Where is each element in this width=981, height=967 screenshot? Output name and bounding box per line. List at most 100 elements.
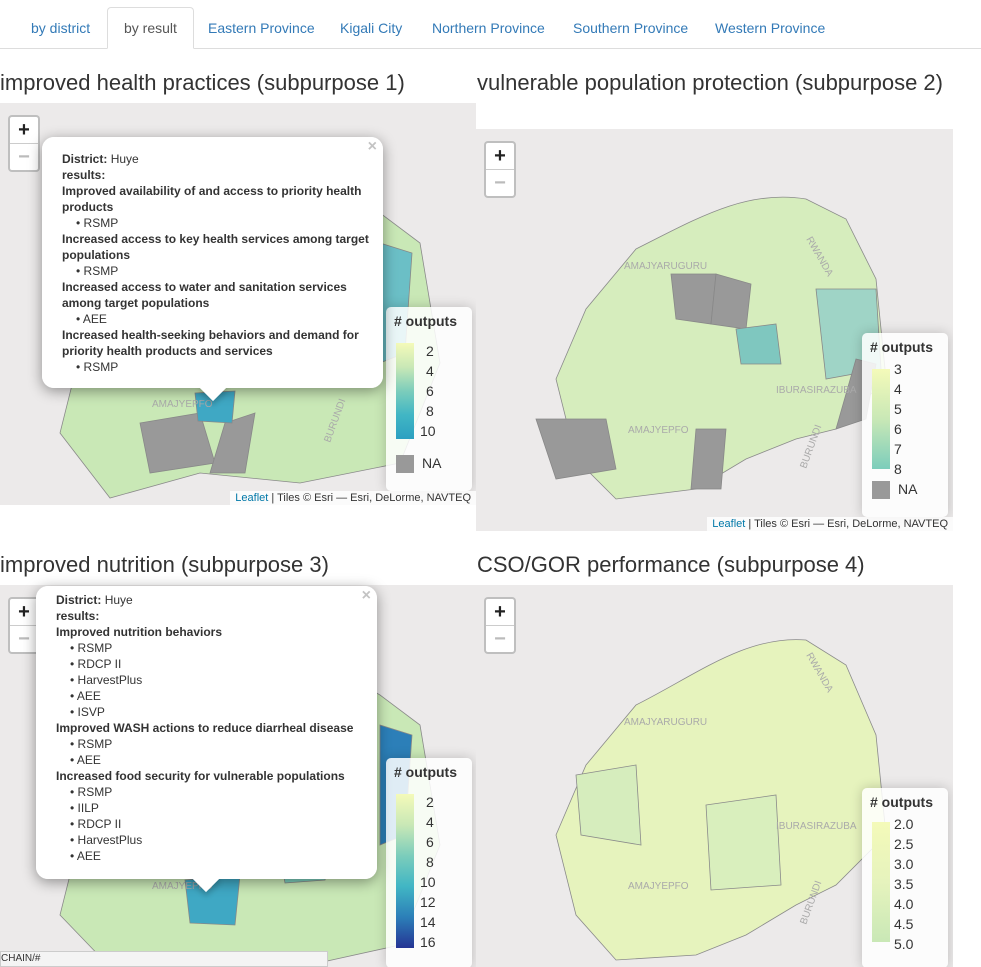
legend-tick: 7 — [894, 441, 902, 457]
region-label: AMAJYEPFO — [628, 425, 689, 436]
zoom-in-button[interactable]: + — [486, 143, 514, 169]
legend-tick: 2 — [426, 343, 434, 359]
region-label: AMAJYEPFO — [152, 399, 213, 410]
legend-tick: 10 — [420, 874, 436, 890]
popup-district-name: Huye — [110, 152, 139, 166]
district-popup: × District: Huye results: Improved nutri… — [36, 586, 377, 893]
zoom-control: + − — [8, 115, 40, 172]
legend-tick: 4 — [426, 363, 434, 379]
legend-color-bar — [396, 794, 414, 948]
legend-tick: 3.0 — [894, 856, 914, 872]
popup-result-item: • RSMP — [70, 785, 113, 799]
tab-eastern-province[interactable]: Eastern Province — [208, 8, 315, 48]
tab-western-province[interactable]: Western Province — [715, 8, 825, 48]
popup-close-button[interactable]: × — [362, 588, 371, 604]
region-polygon — [705, 794, 782, 891]
legend-na-swatch — [396, 455, 414, 473]
legend: # outputs 2 4 6 8 10 12 14 16 — [386, 758, 472, 967]
legend-color-bar — [872, 822, 890, 942]
region-label: AMAJYEPFO — [628, 881, 689, 892]
tab-by-result[interactable]: by result — [107, 7, 194, 49]
tab-bar: by district by result Eastern Province K… — [0, 0, 981, 49]
popup-result-item: • RSMP — [70, 737, 113, 751]
popup-result-name: Increased access to key health services … — [62, 232, 369, 262]
legend-color-bar — [396, 343, 414, 439]
popup-result-item: • RSMP — [76, 264, 119, 278]
legend-title: # outputs — [394, 313, 457, 329]
legend: # outputs 2.0 2.5 3.0 3.5 4.0 4.5 5.0 — [862, 788, 948, 967]
popup-result-item: • ISVP — [70, 705, 105, 719]
legend-tick: 3 — [894, 361, 902, 377]
legend-tick: 4 — [894, 381, 902, 397]
popup-result-item: • IILP — [70, 801, 99, 815]
region-label: AMAJYARUGURU — [624, 261, 707, 272]
popup-result-name: Improved WASH actions to reduce diarrhea… — [56, 721, 354, 735]
popup-result-name: Improved nutrition behaviors — [56, 625, 223, 639]
legend-tick: 16 — [420, 934, 436, 950]
legend-tick: 4.5 — [894, 916, 914, 932]
legend: # outputs 3 4 5 6 7 8 NA — [862, 333, 948, 517]
popup-result-item: • RSMP — [70, 641, 113, 655]
browser-status-bar: CHAIN/# — [0, 951, 328, 967]
region-polygon — [670, 273, 717, 325]
legend-tick: 2 — [426, 794, 434, 810]
leaflet-link[interactable]: Leaflet — [235, 492, 268, 504]
legend-color-bar — [872, 369, 890, 469]
legend-tick: 4.0 — [894, 896, 914, 912]
region-label: IBURASIRAZUBA — [776, 821, 857, 832]
map-attribution: Leaflet | Tiles © Esri — Esri, DeLorme, … — [230, 491, 476, 505]
popup-results-label: results: — [62, 168, 106, 182]
region-polygon — [575, 764, 642, 846]
popup-result-item: • RDCP II — [70, 657, 122, 671]
zoom-out-button[interactable]: − — [486, 169, 514, 196]
legend-tick: 8 — [426, 854, 434, 870]
popup-district-label: District: — [56, 593, 102, 607]
popup-result-item: • RDCP II — [70, 817, 122, 831]
legend-tick: 2.0 — [894, 816, 914, 832]
zoom-in-button[interactable]: + — [10, 117, 38, 143]
popup-district-name: Huye — [104, 593, 133, 607]
map-subpurpose-2[interactable]: RWANDA AMAJYARUGURU AMAJYEPFO IBURASIRAZ… — [476, 129, 953, 531]
legend: # outputs 2 4 6 8 10 NA — [386, 307, 472, 491]
zoom-out-button[interactable]: − — [10, 625, 38, 652]
popup-result-item: • HarvestPlus — [70, 833, 143, 847]
zoom-in-button[interactable]: + — [10, 599, 38, 625]
popup-result-item: • AEE — [70, 753, 101, 767]
popup-content: District: Huye results: Improved nutriti… — [56, 592, 363, 864]
popup-result-item: • RSMP — [76, 216, 119, 230]
region-polygon — [710, 273, 752, 330]
legend-title: # outputs — [394, 764, 457, 780]
zoom-control: + − — [484, 597, 516, 654]
zoom-in-button[interactable]: + — [486, 599, 514, 625]
tab-by-district[interactable]: by district — [31, 8, 90, 48]
map-attribution: Leaflet | Tiles © Esri — Esri, DeLorme, … — [707, 517, 953, 531]
popup-result-name: Increased access to water and sanitation… — [62, 280, 347, 310]
zoom-out-button[interactable]: − — [486, 625, 514, 652]
zoom-out-button[interactable]: − — [10, 143, 38, 170]
district-popup: × District: Huye results: Improved avail… — [42, 137, 383, 402]
legend-tick: 8 — [426, 403, 434, 419]
popup-result-item: • AEE — [70, 689, 101, 703]
leaflet-link[interactable]: Leaflet — [712, 518, 745, 530]
tab-southern-province[interactable]: Southern Province — [573, 8, 688, 48]
attribution-text: | Tiles © Esri — Esri, DeLorme, NAVTEQ — [268, 492, 471, 504]
legend-tick: 6 — [426, 383, 434, 399]
legend-na-swatch — [872, 481, 890, 499]
tab-northern-province[interactable]: Northern Province — [432, 8, 545, 48]
legend-title: # outputs — [870, 794, 933, 810]
region-polygon — [535, 418, 617, 480]
panel-title-subpurpose-3: improved nutrition (subpurpose 3) — [0, 552, 329, 577]
popup-content: District: Huye results: Improved availab… — [62, 151, 369, 375]
tab-kigali-city[interactable]: Kigali City — [340, 8, 402, 48]
popup-result-name: Increased food security for vulnerable p… — [56, 769, 345, 783]
region-polygon — [735, 323, 782, 365]
legend-tick: 6 — [426, 834, 434, 850]
panel-title-subpurpose-2: vulnerable population protection (subpur… — [477, 70, 943, 95]
region-polygon — [690, 428, 727, 490]
popup-close-button[interactable]: × — [368, 139, 377, 155]
panel-title-subpurpose-1: improved health practices (subpurpose 1) — [0, 70, 405, 95]
map-subpurpose-4[interactable]: RWANDA AMAJYARUGURU AMAJYEPFO IBURASIRAZ… — [476, 585, 953, 967]
legend-tick: 4 — [426, 814, 434, 830]
attribution-text: | Tiles © Esri — Esri, DeLorme, NAVTEQ — [745, 518, 948, 530]
popup-result-item: • HarvestPlus — [70, 673, 143, 687]
